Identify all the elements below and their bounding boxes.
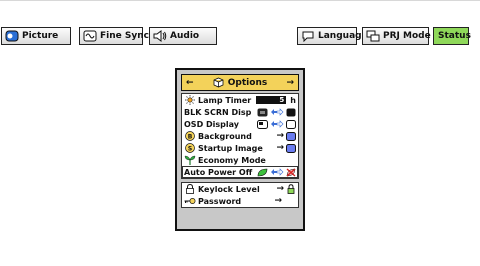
tab-picture[interactable]: Picture: [1, 27, 71, 45]
toggle-arrows-icon: [271, 120, 284, 128]
menu-item-auto-power-off[interactable]: Auto Power Off: [182, 166, 298, 178]
menu-item-lamp-timer[interactable]: Lamp Timer 5 h: [182, 94, 298, 106]
svg-text:B: B: [188, 133, 193, 140]
auto-power-off-label: Auto Power Off: [184, 167, 253, 177]
language-icon: [302, 31, 314, 42]
submenu-arrow-icon: →: [276, 184, 284, 194]
menu-title: Options: [227, 77, 268, 88]
menu-item-blk-scrn-disp[interactable]: BLK SCRN Disp: [182, 106, 298, 118]
svg-text:S: S: [188, 145, 192, 152]
tab-audio-label: Audio: [170, 31, 200, 41]
menu-item-economy-mode[interactable]: Economy Mode: [182, 154, 298, 166]
lamp-timer-unit: h: [290, 95, 296, 105]
osd-display-label: OSD Display: [184, 119, 239, 129]
background-preview-icon: [286, 131, 296, 141]
blk-scrn-disp-label: BLK SCRN Disp: [184, 107, 252, 117]
menu-item-osd-display[interactable]: OSD Display: [182, 118, 298, 130]
menu-title-bar: ← Options →: [181, 74, 299, 91]
toggle-arrows-icon: [271, 168, 284, 176]
options-group-security: Keylock Level → Password →: [181, 182, 299, 208]
keylock-green-lock-icon: [287, 184, 295, 194]
keylock-level-label: Keylock Level: [198, 184, 260, 194]
toggle-arrows-icon: [271, 108, 284, 116]
lamp-timer-value: 5: [256, 96, 287, 104]
menu-item-keylock-level[interactable]: Keylock Level →: [182, 183, 298, 195]
prj-mode-icon: [366, 30, 380, 42]
options-menu: ← Options → Lamp Timer 5 h BLK SCRN Disp…: [175, 68, 305, 231]
padlock-icon: [186, 184, 194, 194]
top-divider: [0, 0, 480, 1]
arrow-left-icon[interactable]: ←: [186, 78, 194, 88]
lamp-icon: [185, 95, 195, 105]
submenu-arrow-icon: →: [276, 143, 284, 153]
options-cube-icon: [213, 77, 224, 88]
picture-icon: [5, 30, 19, 42]
startup-preview-icon: [286, 143, 296, 153]
tab-prj-mode[interactable]: PRJ Mode: [362, 27, 431, 45]
osd-on-icon: [257, 119, 268, 129]
fine-sync-icon: [83, 30, 97, 42]
password-label: Password: [198, 196, 242, 206]
menu-item-background[interactable]: B Background →: [182, 130, 298, 142]
tab-language[interactable]: Language: [297, 27, 368, 45]
tab-status-label: Status: [438, 31, 471, 41]
menu-item-password[interactable]: Password →: [182, 195, 298, 207]
options-group-main: Lamp Timer 5 h BLK SCRN Disp OSD Display: [181, 93, 299, 179]
tab-audio[interactable]: Audio: [149, 27, 217, 45]
leaf-on-icon: [257, 168, 268, 176]
tab-prj-mode-label: PRJ Mode: [383, 31, 431, 41]
lamp-timer-label: Lamp Timer: [198, 95, 252, 105]
blk-screen-off-icon: [286, 108, 296, 116]
tab-fine-sync-label: Fine Sync: [100, 31, 149, 41]
submenu-arrow-icon: →: [276, 131, 284, 141]
background-label: Background: [198, 131, 252, 141]
startup-s-icon: S: [185, 143, 195, 153]
economy-plant-icon: [184, 155, 196, 165]
background-b-icon: B: [185, 131, 195, 141]
audio-icon: [153, 30, 167, 42]
arrow-right-icon[interactable]: →: [286, 78, 294, 88]
economy-mode-label: Economy Mode: [198, 155, 266, 165]
tab-picture-label: Picture: [22, 31, 59, 41]
menu-item-startup-image[interactable]: S Startup Image →: [182, 142, 298, 154]
osd-off-icon: [286, 119, 296, 129]
startup-image-label: Startup Image: [198, 143, 263, 153]
key-icon: [184, 198, 196, 204]
blk-screen-on-icon: [257, 108, 268, 116]
submenu-arrow-icon: →: [274, 196, 282, 206]
leaf-off-icon: [286, 168, 296, 176]
tab-fine-sync[interactable]: Fine Sync: [79, 27, 149, 45]
tab-status[interactable]: Status: [433, 27, 471, 45]
tab-language-label: Language: [318, 31, 368, 41]
